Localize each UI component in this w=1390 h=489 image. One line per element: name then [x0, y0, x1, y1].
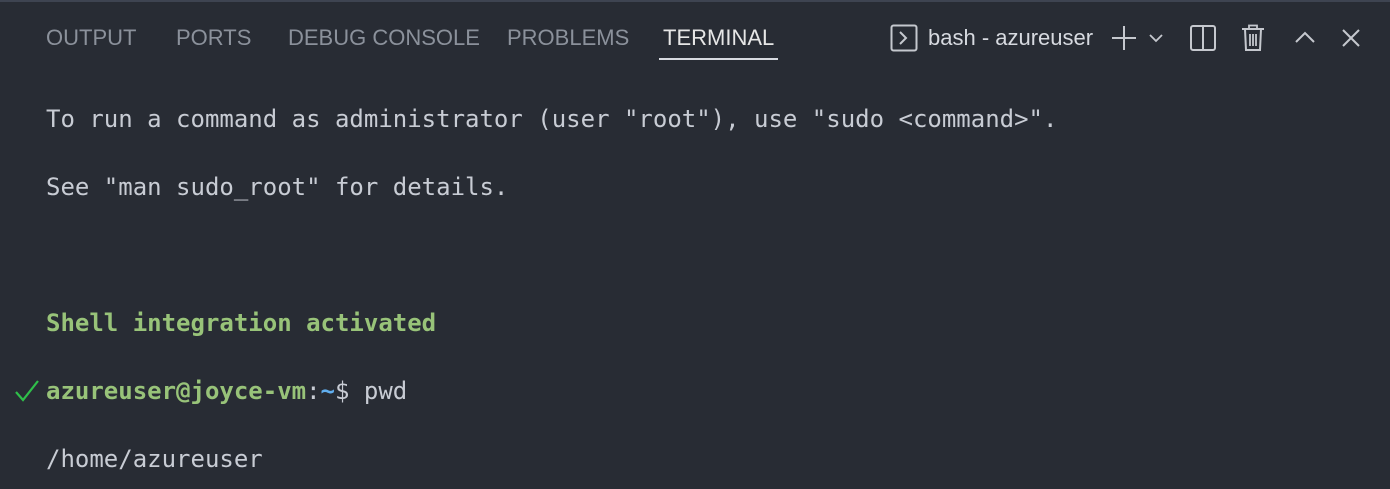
close-panel-button[interactable]	[1338, 22, 1364, 54]
trash-icon	[1240, 24, 1266, 52]
prompt-command: pwd	[349, 377, 408, 405]
command-success-check-icon[interactable]	[12, 373, 42, 409]
chevron-up-icon	[1294, 27, 1316, 49]
terminal-output[interactable]: To run a command as administrator (user …	[0, 72, 1390, 489]
plus-icon	[1110, 24, 1138, 52]
tab-ports[interactable]: PORTS	[176, 2, 251, 72]
terminal-line-shell-integration: Shell integration activated	[46, 309, 437, 337]
prompt-colon: :	[306, 377, 321, 405]
terminal-line-man-hint: See "man sudo_root" for details.	[46, 173, 509, 201]
chevron-down-icon	[1148, 30, 1164, 46]
new-terminal-button[interactable]	[1108, 22, 1140, 54]
terminal-selector[interactable]: bash - azureuser	[886, 22, 1106, 54]
prompt-dollar: $	[335, 377, 350, 405]
close-icon	[1340, 27, 1362, 49]
tab-debug-console[interactable]: DEBUG CONSOLE	[288, 2, 480, 72]
terminal-prompt-line: azureuser@joyce-vm:~$ pwd	[46, 373, 407, 409]
maximize-panel-button[interactable]	[1292, 22, 1318, 54]
kill-terminal-button[interactable]	[1239, 22, 1267, 54]
terminal-name: bash - azureuser	[928, 25, 1094, 50]
terminal-line-sudo-hint: To run a command as administrator (user …	[46, 105, 1058, 133]
split-icon	[1189, 24, 1217, 52]
terminal-line-output: /home/azureuser	[46, 445, 263, 473]
terminal-profiles-dropdown[interactable]	[1146, 22, 1166, 54]
prompt-path: ~	[320, 377, 335, 405]
split-terminal-button[interactable]	[1188, 22, 1218, 54]
prompt-user-host: azureuser@joyce-vm	[46, 377, 307, 405]
terminal-icon	[890, 24, 918, 52]
terminal-toolbar: bash - azureuser	[886, 2, 1376, 72]
tab-terminal[interactable]: TERMINAL	[658, 2, 779, 72]
tab-problems[interactable]: PROBLEMS	[507, 2, 629, 72]
tab-output[interactable]: OUTPUT	[46, 2, 136, 72]
